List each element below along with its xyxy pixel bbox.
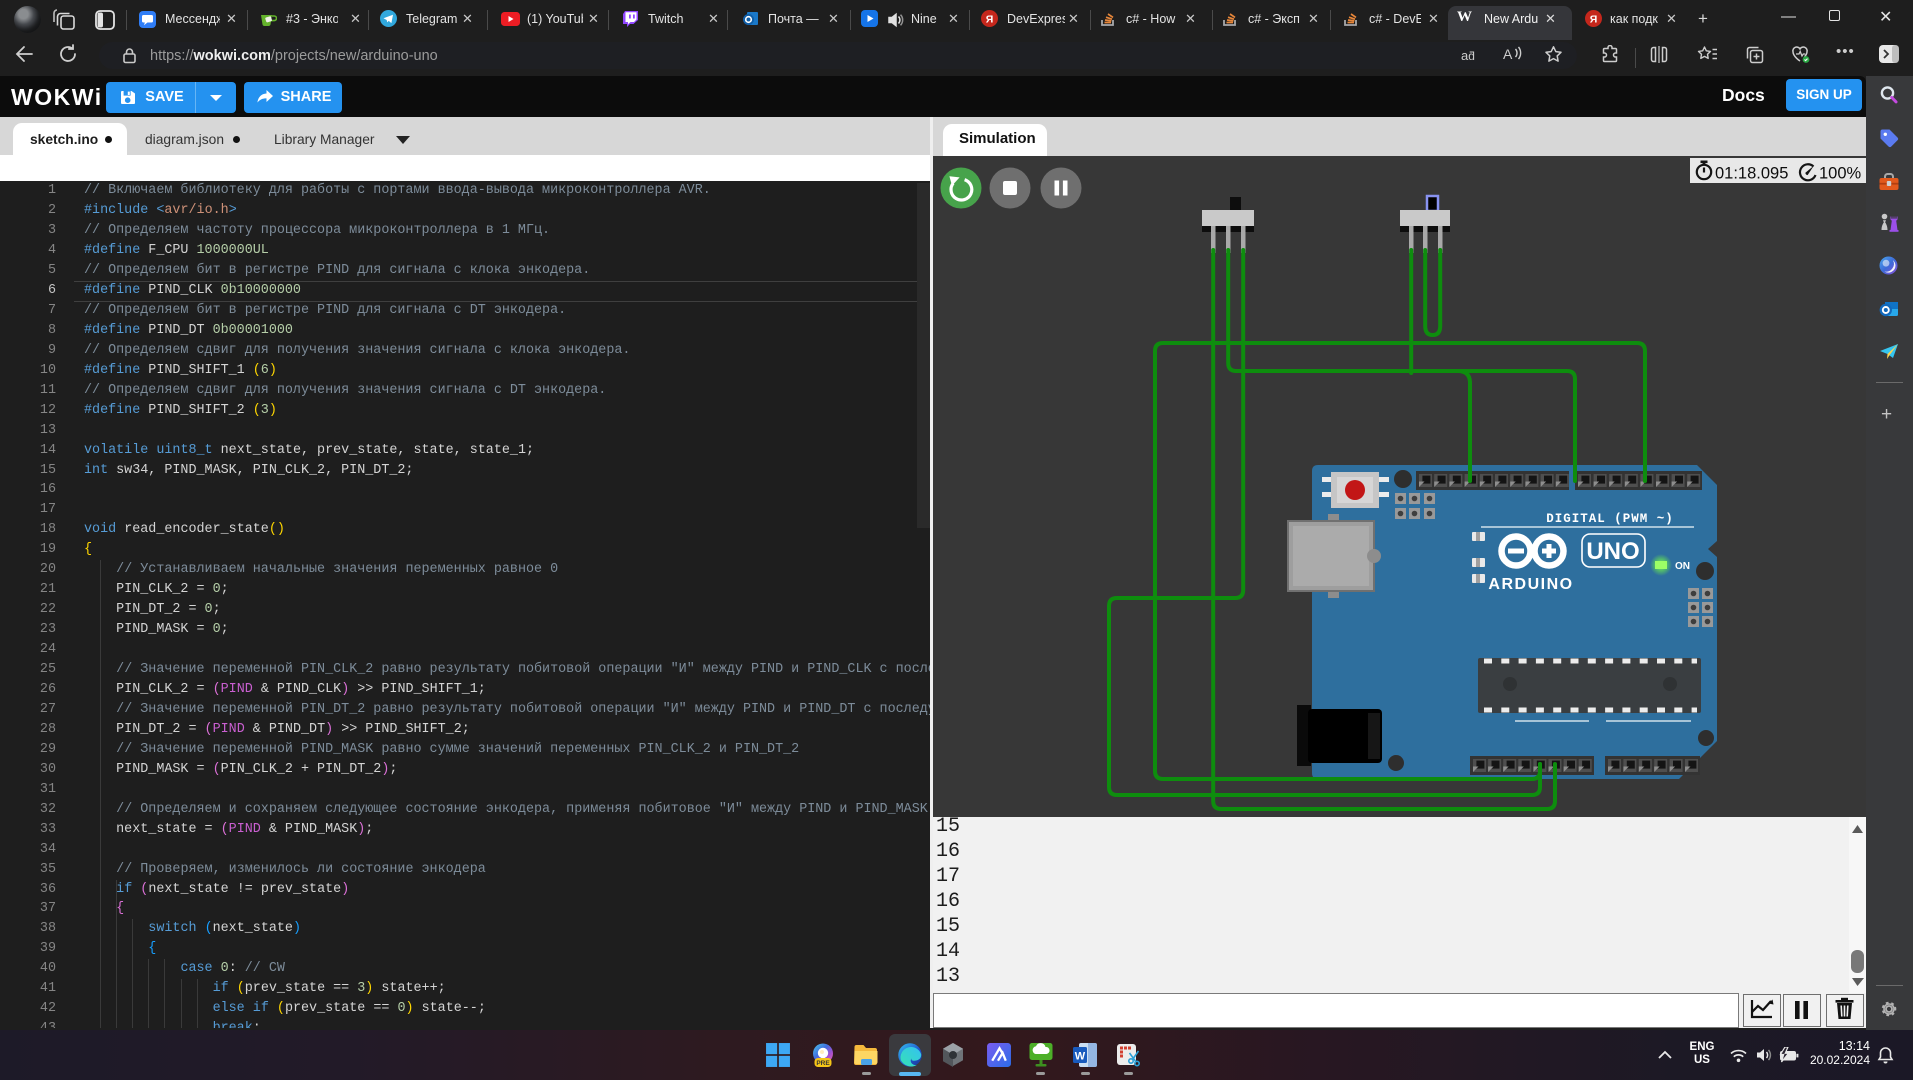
svg-text:PRE: PRE [816,1060,830,1067]
svg-text:A: A [1503,46,1513,62]
svg-text:Я: Я [1590,14,1598,26]
svg-text:ON: ON [1675,561,1690,572]
svg-text:DIGITAL (PWM ~): DIGITAL (PWM ~) [1546,512,1674,526]
svg-text:ARDUINO: ARDUINO [1488,576,1573,593]
svg-text:Я: Я [986,14,994,26]
svg-text:100%: 100% [1819,165,1862,183]
svg-text:01:18.095: 01:18.095 [1715,165,1788,183]
svg-text:UNO: UNO [1586,538,1639,565]
svg-text:W: W [1075,1051,1086,1063]
